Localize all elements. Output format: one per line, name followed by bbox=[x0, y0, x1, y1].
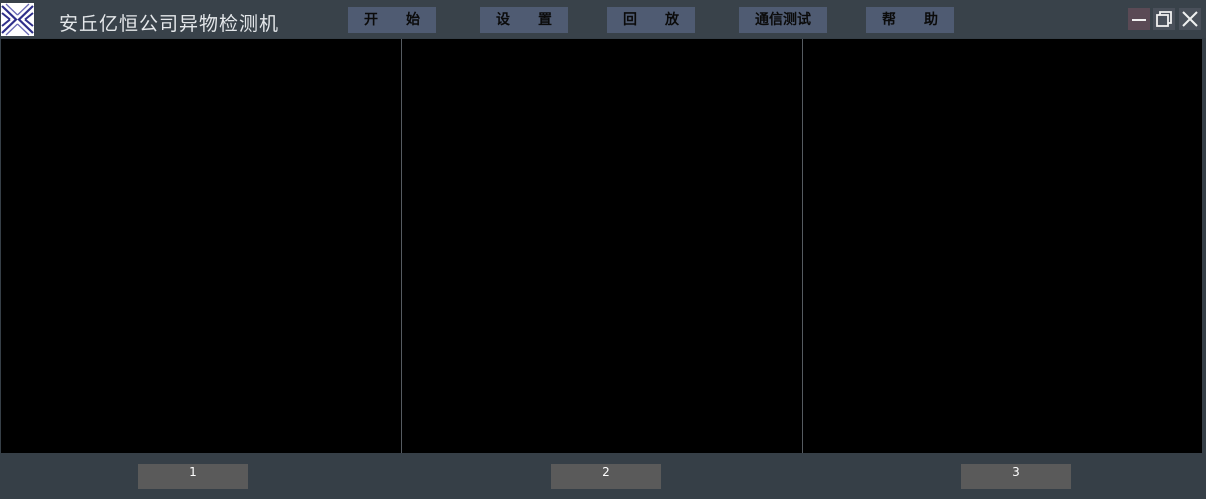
camera-label-2: 2 bbox=[551, 464, 661, 489]
minimize-icon bbox=[1132, 19, 1146, 21]
settings-button[interactable]: 设 置 bbox=[480, 7, 568, 33]
app-title: 安丘亿恒公司异物检测机 bbox=[59, 13, 280, 35]
close-button[interactable] bbox=[1179, 8, 1201, 30]
comm-test-button[interactable]: 通信测试 bbox=[739, 7, 827, 33]
close-icon bbox=[1182, 11, 1198, 27]
playback-button[interactable]: 回 放 bbox=[607, 7, 695, 33]
restore-button[interactable] bbox=[1153, 8, 1175, 30]
camera-view-3 bbox=[803, 39, 1202, 453]
minimize-button[interactable] bbox=[1128, 8, 1150, 30]
restore-icon bbox=[1156, 11, 1172, 27]
camera-label-1: 1 bbox=[138, 464, 248, 489]
logo-icon bbox=[1, 3, 34, 36]
camera-view-2 bbox=[402, 39, 802, 453]
help-button[interactable]: 帮 助 bbox=[866, 7, 954, 33]
title-bar: 安丘亿恒公司异物检测机 开 始 设 置 回 放 通信测试 帮 助 bbox=[0, 0, 1206, 38]
start-button[interactable]: 开 始 bbox=[348, 7, 436, 33]
camera-view-1 bbox=[1, 39, 401, 453]
camera-label-3: 3 bbox=[961, 464, 1071, 489]
app-logo bbox=[1, 3, 34, 36]
